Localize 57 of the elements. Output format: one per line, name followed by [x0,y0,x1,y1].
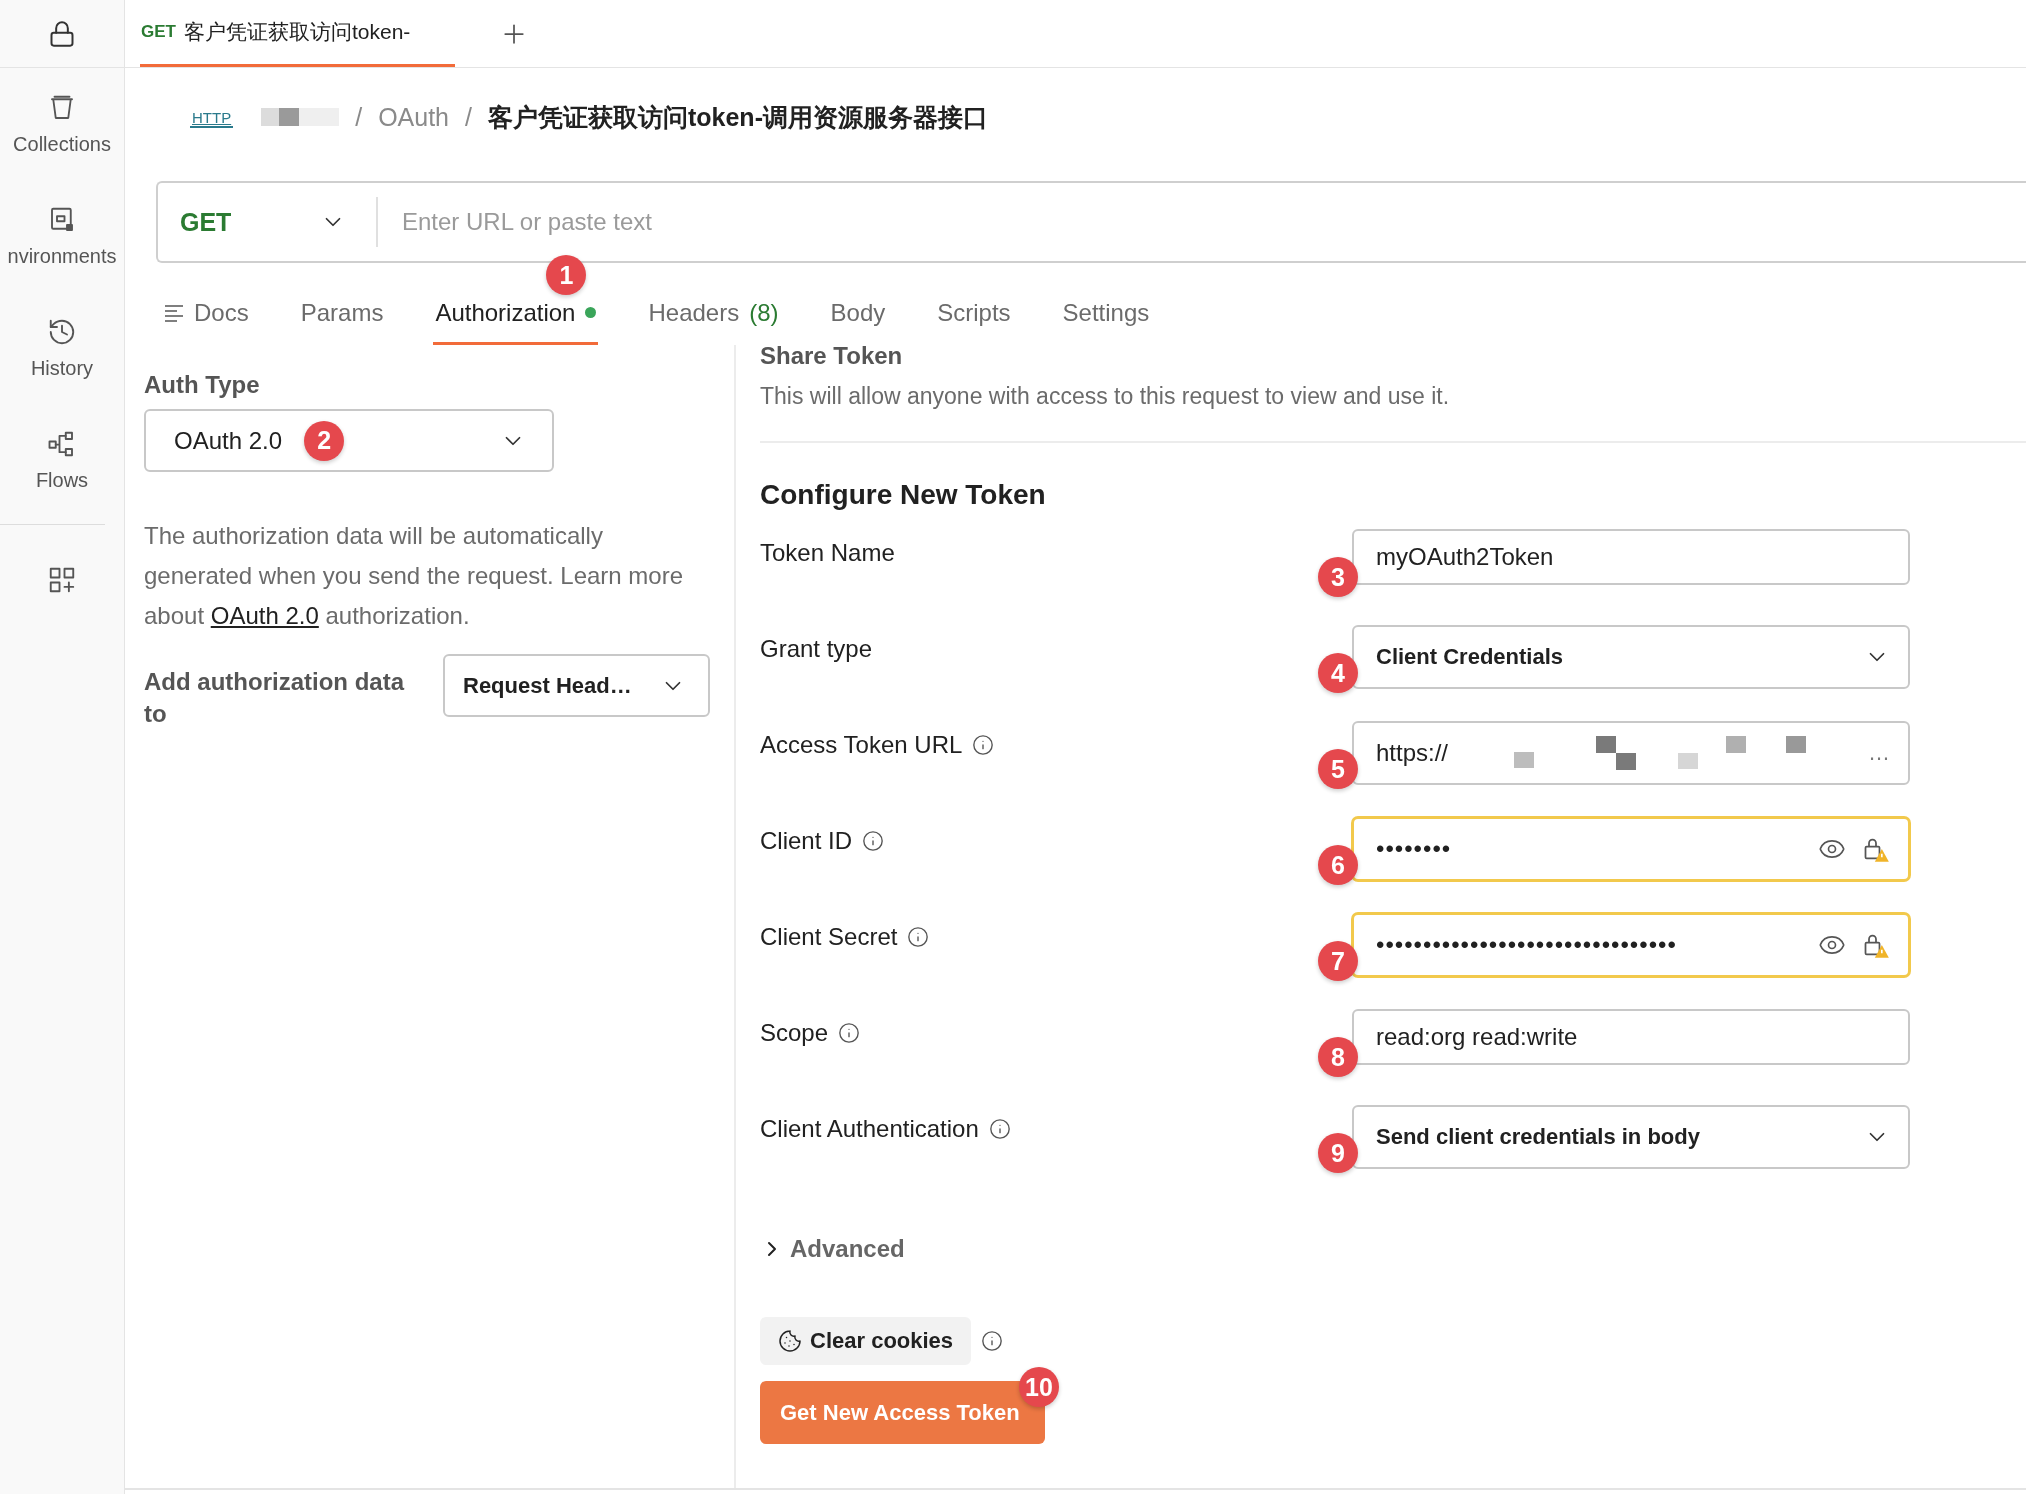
field-label: Add authorization data to [144,667,406,729]
info-icon[interactable] [988,1118,1011,1140]
field-label: Client ID [760,827,853,855]
info-icon[interactable] [972,734,995,756]
number-badge: 9 [1318,1133,1358,1173]
select-field[interactable]: Send client credentials in body [1352,1105,1910,1169]
field-label: Token Name [760,539,895,567]
number-badge: 7 [1318,941,1358,981]
info-icon[interactable] [981,1330,1004,1352]
sidebar-label[interactable]: nvironments [7,244,117,268]
field-label: Grant type [760,635,873,663]
advanced-toggle[interactable]: Advanced [760,1235,905,1263]
request-section-tab[interactable]: Scripts [935,283,1013,345]
info-icon[interactable] [907,926,930,948]
number-badge: 8 [1318,1037,1358,1077]
number-badge: 10 [1019,1367,1059,1407]
input-field[interactable]: •••••••••••••••••••••••••••••••• [1352,913,1910,977]
section-heading: Configure New Token [760,478,1047,512]
info-icon[interactable] [838,1022,861,1044]
field-label: Client Secret [760,923,898,951]
breadcrumb-item: 客户凭证获取访问token-调用资源服务器接口 [487,101,988,133]
info-icon[interactable] [862,830,885,852]
field-label: Access Token URL [760,731,963,759]
number-badge: 2 [304,420,345,461]
auth-type-select[interactable]: OAuth 2.0 2 [144,409,554,472]
auth-description: The authorization data will be automatically generated when you send the request. Learn more about OAuth 2.0 authorization. [144,521,685,631]
field-label: Client Authentication [760,1115,979,1143]
request-tab[interactable]: GET 客户凭证获取访问token- [140,0,455,67]
clear-cookies-button[interactable]: Clear cookies [760,1317,972,1365]
sidebar-label[interactable]: Flows [35,468,89,492]
oauth-link[interactable]: OAuth 2.0 [210,602,319,629]
number-badge: 1 [546,255,587,295]
input-field[interactable]: •••••••• [1352,817,1910,881]
request-section-tab[interactable]: Settings [1060,283,1152,345]
select-field[interactable]: Client Credentials [1352,625,1910,689]
number-badge: 6 [1318,845,1358,885]
field-label: Auth Type [144,370,261,400]
request-section-tab[interactable]: Docs [162,283,251,345]
docs-icon [164,303,184,322]
request-section-tab[interactable]: Params [298,283,386,345]
cookie-icon [778,1329,802,1353]
section-description: This will allow anyone with access to this request to view and use it. [760,382,1451,411]
input-field[interactable]: read:org read:write [1352,1009,1910,1065]
sidebar-label[interactable]: History [30,356,94,380]
breadcrumb-separator: / [465,102,472,132]
field-label: Scope [760,1019,829,1047]
sidebar-label[interactable]: Collections [13,132,111,156]
number-badge: 3 [1318,557,1358,597]
input-field[interactable]: https:// … [1352,721,1910,785]
number-badge: 4 [1318,653,1358,693]
input-field[interactable]: myOAuth2Token [1352,529,1910,585]
lock-icon[interactable] [48,19,76,48]
add-to-select[interactable]: Request Head… [443,654,710,717]
breadcrumb-separator: / [355,102,363,132]
url-field[interactable]: GET Enter URL or paste text [156,181,2026,263]
number-badge: 5 [1318,749,1358,789]
apps-icon[interactable] [47,565,77,595]
